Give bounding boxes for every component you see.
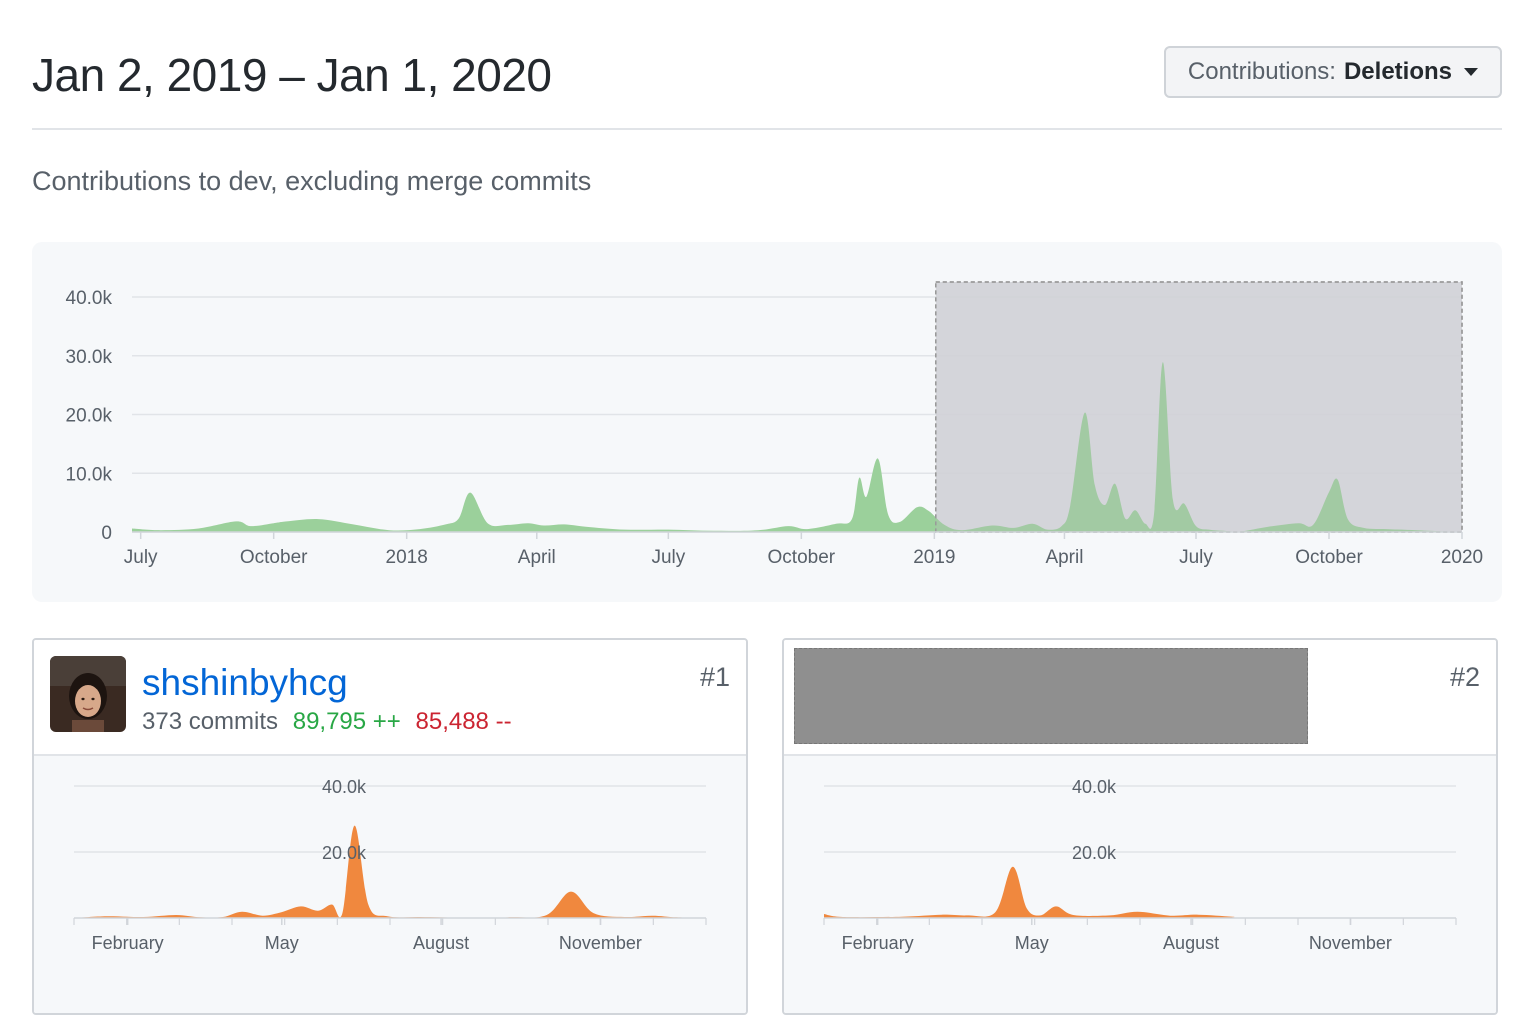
contributor-card-header: shshinbyhcg 373 commits 89,795 ++ 85,488… xyxy=(34,640,746,756)
contributor-chart-1: 20.0k 40.0k February May August November xyxy=(73,777,707,953)
x-tick-label: November xyxy=(1309,933,1392,953)
x-tick-label: August xyxy=(1163,933,1219,953)
contributor-stats: 373 commits 89,795 ++ 85,488 -- xyxy=(142,708,512,736)
x-tick-label: August xyxy=(413,933,469,953)
avatar[interactable] xyxy=(50,656,126,732)
commit-count: 373 commits xyxy=(142,708,279,735)
contributor-chart-container: 20.0k 40.0k February May August November xyxy=(784,756,1496,1013)
contributor-card-1: shshinbyhcg 373 commits 89,795 ++ 85,488… xyxy=(32,638,748,1015)
contributions-dropdown-prefix: Contributions: xyxy=(1187,58,1336,85)
caret-down-icon xyxy=(1464,68,1478,76)
y-tick-label: 40.0k xyxy=(1072,777,1117,797)
chart-subtitle: Contributions to dev, excluding merge co… xyxy=(32,166,592,196)
y-tick-label: 20.0k xyxy=(66,406,113,427)
redacted-block xyxy=(794,648,1308,744)
x-tick-label: July xyxy=(124,547,158,568)
contributor-username-link[interactable]: shshinbyhcg xyxy=(142,662,348,704)
x-tick-label: May xyxy=(265,933,299,953)
x-tick-label: July xyxy=(1179,547,1213,568)
y-tick-label: 20.0k xyxy=(322,843,367,863)
x-tick-label: July xyxy=(651,547,685,568)
x-tick-label: February xyxy=(92,933,164,953)
x-tick-label: May xyxy=(1015,933,1049,953)
x-tick-label: February xyxy=(842,933,914,953)
contributor-card-2: #2 20.0k 40.0k February May August November xyxy=(782,638,1498,1015)
main-chart-svg[interactable]: 0 10.0k 20.0k 30.0k 40.0k July October 2018 Apri… xyxy=(32,242,1502,602)
contributor-chart-2: 20.0k 40.0k February May August November xyxy=(823,777,1457,953)
range-header: Jan 2, 2019 – Jan 1, 2020 Contributions:… xyxy=(32,30,1502,130)
contributor-rank: #2 xyxy=(1449,662,1480,692)
date-range-title: Jan 2, 2019 – Jan 1, 2020 xyxy=(32,49,552,101)
selection-overlay xyxy=(935,281,1463,533)
x-tick-label: 2018 xyxy=(386,547,428,568)
y-tick-label: 40.0k xyxy=(66,288,113,309)
y-tick-label: 30.0k xyxy=(66,347,113,368)
contributor-chart-container: 20.0k 40.0k February May August November xyxy=(34,756,746,1013)
contributions-dropdown-value: Deletions xyxy=(1343,58,1452,85)
series-area xyxy=(74,825,706,918)
additions-count: 89,795 ++ xyxy=(292,708,401,735)
x-tick-label: October xyxy=(240,547,308,568)
series-area xyxy=(824,866,1456,919)
y-tick-label: 40.0k xyxy=(322,777,367,797)
x-tick-label: 2020 xyxy=(1441,547,1483,568)
contributor-card-header: #2 xyxy=(784,640,1496,756)
x-tick-label: 2019 xyxy=(913,547,955,568)
y-tick-label: 10.0k xyxy=(66,464,113,485)
main-contributions-chart[interactable]: 0 10.0k 20.0k 30.0k 40.0k July October 2018 Apri… xyxy=(32,242,1502,602)
y-tick-label: 0 xyxy=(101,523,112,544)
x-tick-label: April xyxy=(518,547,556,568)
x-tick-label: October xyxy=(768,547,836,568)
x-tick-label: October xyxy=(1295,547,1363,568)
y-tick-label: 20.0k xyxy=(1072,843,1117,863)
contributions-type-dropdown[interactable]: Contributions: Deletions xyxy=(1163,46,1502,98)
deletions-count: 85,488 -- xyxy=(415,708,512,735)
x-tick-label: November xyxy=(559,933,642,953)
x-tick-label: April xyxy=(1045,547,1083,568)
contributor-rank: #1 xyxy=(699,662,730,692)
